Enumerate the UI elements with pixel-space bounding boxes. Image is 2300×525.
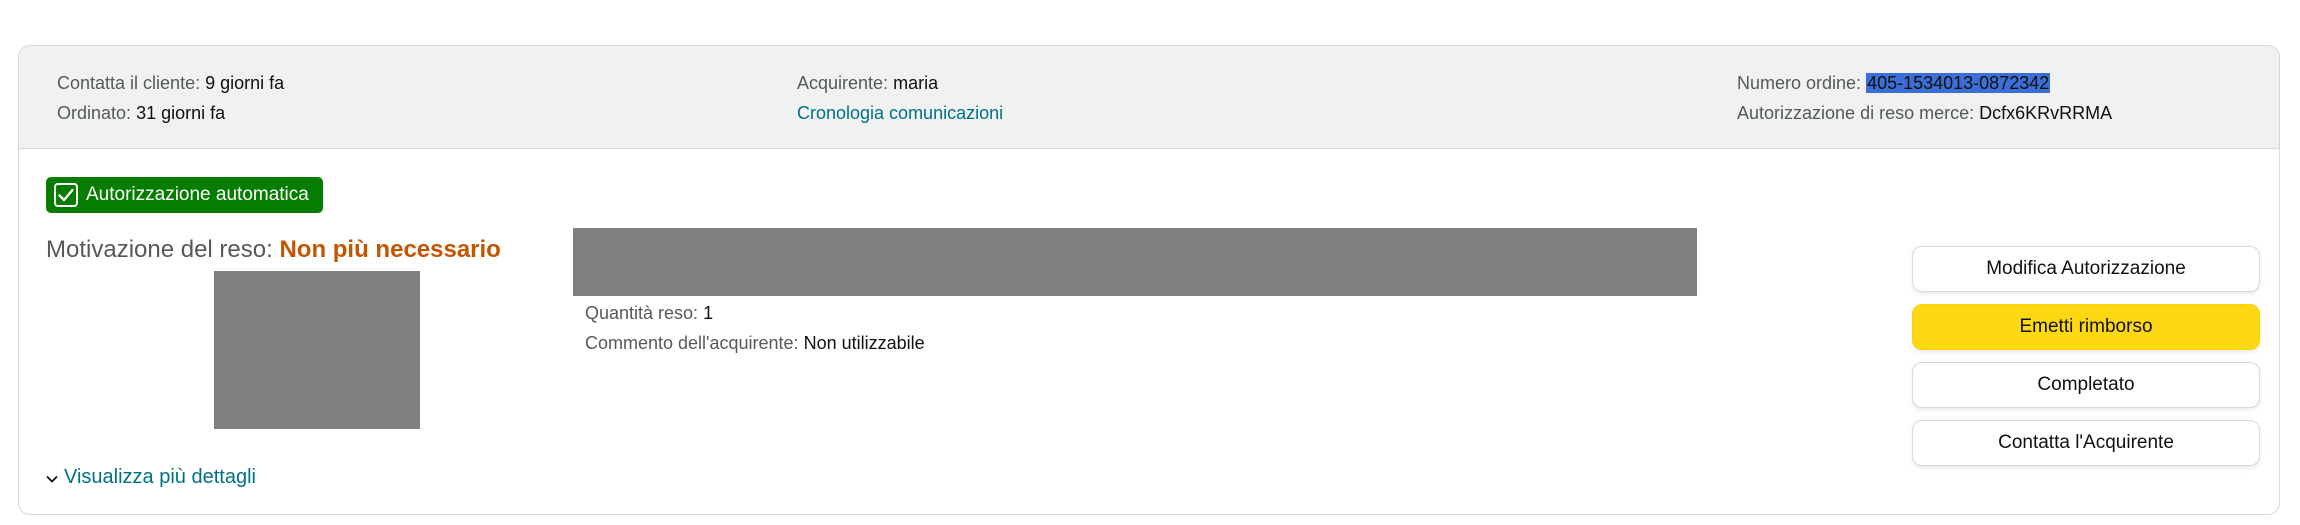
communication-history-link[interactable]: Cronologia comunicazioni <box>797 103 1003 123</box>
auto-authorization-badge: Autorizzazione automatica <box>46 177 323 213</box>
contact-label: Contatta il cliente: <box>57 73 201 93</box>
comment-value: Non utilizzabile <box>803 333 925 353</box>
header-buyer: Acquirente: maria Cronologia comunicazio… <box>797 68 1003 128</box>
buyer-label: Acquirente: <box>797 73 889 93</box>
header-dates: Contatta il cliente: 9 giorni fa Ordinat… <box>57 68 284 128</box>
issue-refund-button[interactable]: Emetti rimborso <box>1912 304 2260 350</box>
modify-authorization-button[interactable]: Modifica Autorizzazione <box>1912 246 2260 292</box>
checkmark-icon <box>54 183 78 207</box>
completed-button[interactable]: Completato <box>1912 362 2260 408</box>
qty-label: Quantità reso: <box>585 303 699 323</box>
return-request-card: Contatta il cliente: 9 giorni fa Ordinat… <box>18 45 2280 515</box>
reason-label: Motivazione del reso: <box>46 236 273 263</box>
header-order: Numero ordine: 405-1534013-0872342 Autor… <box>1737 68 2112 128</box>
view-more-details-label: Visualizza più dettagli <box>64 466 256 488</box>
chevron-down-icon <box>46 470 58 486</box>
contact-buyer-button[interactable]: Contatta l'Acquirente <box>1912 420 2260 466</box>
return-info: Quantità reso: 1 Commento dell'acquirent… <box>585 298 925 358</box>
reason-value: Non più necessario <box>279 236 501 263</box>
rma-label: Autorizzazione di reso merce: <box>1737 103 1975 123</box>
return-header: Contatta il cliente: 9 giorni fa Ordinat… <box>19 46 2279 149</box>
rma-value: Dcfx6KRvRRMA <box>1979 103 2113 123</box>
comment-label: Commento dell'acquirente: <box>585 333 799 353</box>
return-reason: Motivazione del reso: Non più necessario <box>46 236 501 264</box>
badge-label: Autorizzazione automatica <box>86 184 309 205</box>
qty-value: 1 <box>703 303 714 323</box>
product-image <box>214 271 420 429</box>
ordered-label: Ordinato: <box>57 103 132 123</box>
order-number-value[interactable]: 405-1534013-0872342 <box>1866 73 2051 93</box>
ordered-value: 31 giorni fa <box>136 103 226 123</box>
order-number-label: Numero ordine: <box>1737 73 1862 93</box>
view-more-details-link[interactable]: Visualizza più dettagli <box>46 466 256 489</box>
buyer-value: maria <box>893 73 939 93</box>
product-title-redacted <box>573 228 1697 296</box>
contact-value: 9 giorni fa <box>205 73 285 93</box>
